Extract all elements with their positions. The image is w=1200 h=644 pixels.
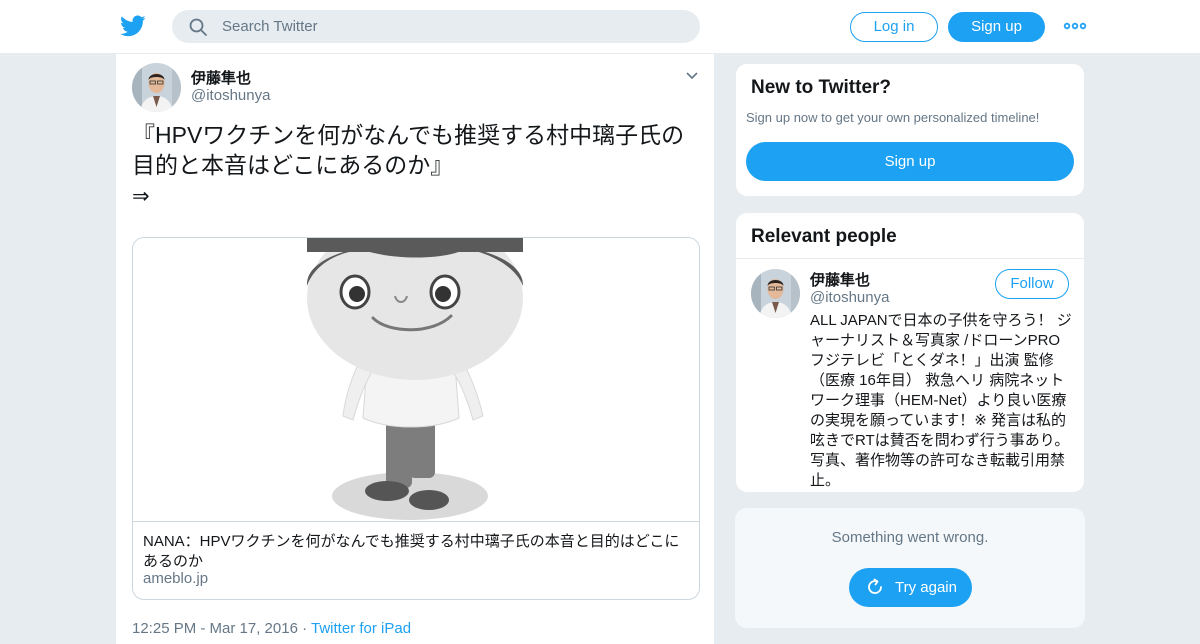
tweet-text: 『HPVワクチンを何がなんでも推奨する村中璃子氏の目的と本音はどこにあるのか』 [132, 122, 685, 178]
signup-callout-button[interactable]: Sign up [746, 142, 1074, 181]
refresh-icon [868, 578, 882, 594]
tweet-metadata: 12:25 PM - Mar 17, 2016 · Twitter for iP… [132, 620, 411, 637]
chevron-down-icon[interactable] [684, 68, 700, 84]
signup-callout: New to Twitter? Sign up now to get your … [735, 63, 1085, 197]
avatar-photo [751, 269, 800, 318]
relevant-person-bio: ALL JAPANで日本の子供を守ろう！ ジャーナリスト＆写真家 /ドローンPR… [810, 312, 1072, 489]
tweet-arrow: ⇒ [132, 185, 150, 208]
link-card-image [133, 238, 699, 522]
error-message: Something went wrong. [831, 529, 989, 546]
tweet-source-link[interactable]: Twitter for iPad [311, 620, 411, 637]
relevant-person-handle[interactable]: @itoshunya [810, 289, 889, 306]
link-card-title[interactable]: NANA：HPVワクチンを何がなんでも推奨する村中璃子氏の本音と目的はどこにある… [143, 532, 693, 572]
meta-separator: · [302, 620, 308, 637]
signup-button[interactable]: Sign up [948, 12, 1045, 42]
cartoon-boy-illustration [306, 238, 524, 520]
top-navigation-bar: Log in Sign up [0, 0, 1200, 54]
follow-button[interactable]: Follow [995, 269, 1069, 299]
tweet-author-handle[interactable]: @itoshunya [191, 87, 270, 104]
link-card-domain: ameblo.jp [143, 570, 209, 587]
login-button[interactable]: Log in [850, 12, 938, 42]
avatar-photo [132, 63, 181, 112]
relevant-people-module: Relevant people 伊藤隼也 @itoshunya Follow A… [735, 212, 1085, 493]
search-bar [172, 10, 700, 43]
link-card[interactable]: NANA：HPVワクチンを何がなんでも推奨する村中璃子氏の本音と目的はどこにある… [132, 237, 700, 600]
search-input[interactable] [222, 16, 682, 37]
signup-callout-subtitle: Sign up now to get your own personalized… [746, 110, 1040, 125]
try-again-label: Try again [895, 579, 957, 596]
error-module: Something went wrong. Try again [735, 508, 1085, 628]
tweet-timestamp[interactable]: 12:25 PM - Mar 17, 2016 [132, 620, 298, 637]
twitter-bird-icon[interactable] [120, 13, 146, 39]
relevant-people-title: Relevant people [751, 226, 897, 247]
avatar[interactable] [751, 269, 800, 318]
more-dots-icon[interactable] [1063, 16, 1087, 36]
search-icon [189, 18, 207, 36]
divider [736, 258, 1084, 259]
try-again-button[interactable]: Try again [849, 568, 972, 607]
signup-callout-title: New to Twitter? [751, 77, 892, 98]
tweet-permalink: 伊藤隼也 @itoshunya 『HPVワクチンを何がなんでも推奨する村中璃子氏… [115, 54, 715, 644]
relevant-person-name[interactable]: 伊藤隼也 [810, 269, 870, 290]
avatar[interactable] [132, 63, 181, 112]
tweet-author-name[interactable]: 伊藤隼也 [191, 67, 251, 88]
